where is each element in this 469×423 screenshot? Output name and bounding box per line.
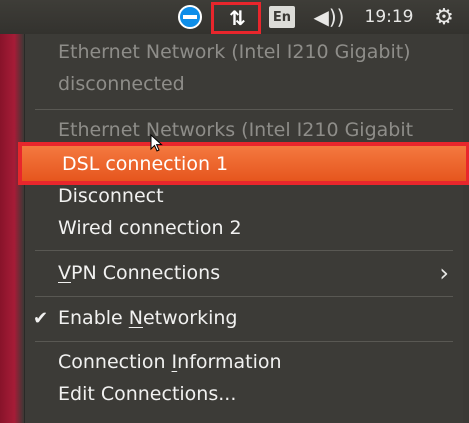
clock[interactable]: 19:19 <box>356 0 422 34</box>
system-gear-icon[interactable]: ⚙ <box>424 0 464 34</box>
top-panel: ⇅ En ◀)) 19:19 ⚙ <box>0 0 469 34</box>
menu-item-edit-connections[interactable]: Edit Connections... <box>25 377 463 411</box>
teamviewer-icon[interactable] <box>174 0 206 34</box>
vpn-label: PN Connections <box>71 262 221 284</box>
vpn-mnemonic: V <box>58 262 71 284</box>
enable-networking-label-rest: etworking <box>142 307 238 329</box>
menu-divider <box>35 296 453 297</box>
network-indicator[interactable]: ⇅ <box>211 2 261 34</box>
speaker-volume-icon[interactable]: ◀)) <box>309 0 349 34</box>
teamviewer-circle <box>178 5 202 29</box>
desktop-edge <box>462 34 469 423</box>
desktop-background <box>0 34 24 423</box>
keyboard-layout-indicator[interactable]: En <box>266 0 298 34</box>
keyboard-layout-label: En <box>269 6 295 28</box>
chevron-right-icon: › <box>439 259 449 287</box>
menu-item-wired-connection-2[interactable]: Wired connection 2 <box>25 212 463 244</box>
connection-information-label-prefix: Connection <box>58 351 172 373</box>
menu-item-enable-networking[interactable]: ✔ Enable Networking <box>25 301 463 335</box>
enable-networking-mnemonic: N <box>128 307 143 329</box>
menu-item-vpn-connections[interactable]: V PN Connections › <box>25 256 463 290</box>
network-menu: Ethernet Network (Intel I210 Gigabit) di… <box>18 34 469 423</box>
checkmark-icon: ✔ <box>33 307 49 329</box>
menu-divider <box>35 109 453 110</box>
ethernet-network-title: Ethernet Network (Intel I210 Gigabit) <box>58 41 411 63</box>
mouse-pointer-icon <box>150 134 163 152</box>
menu-item-dsl-connection-1[interactable]: DSL connection 1 <box>18 142 469 185</box>
connection-information-label-rest: nformation <box>177 351 282 373</box>
network-arrows-icon: ⇅ <box>229 6 246 30</box>
menu-divider <box>35 341 453 342</box>
menu-divider <box>35 250 453 251</box>
ethernet-status: disconnected <box>58 73 185 95</box>
menu-item-disconnect[interactable]: Disconnect <box>25 180 463 212</box>
menu-item-connection-information[interactable]: Connection Information <box>25 345 463 379</box>
enable-networking-label-prefix: Enable <box>58 307 129 329</box>
